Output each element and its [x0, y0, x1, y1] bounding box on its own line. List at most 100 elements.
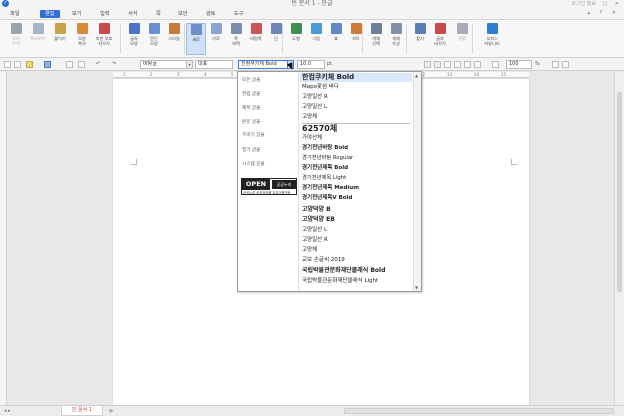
ribbon-button-margin[interactable]: 쪽 여백 [226, 23, 246, 55]
ogl-badge: OPEN 공공누리 공공누리 공공저작물 자유이용허락 [241, 178, 297, 195]
window-controls[interactable]: ─ □ ✕ [592, 0, 622, 8]
menu-item[interactable]: 파일 [8, 10, 22, 18]
font-list-item[interactable]: 고양일산 R [302, 237, 328, 245]
menu-item[interactable]: 도구 [232, 10, 246, 18]
menu-item[interactable]: 보안 [176, 10, 190, 18]
ribbon-button-master-page[interactable]: 바탕쪽 [246, 23, 266, 55]
font-list-item[interactable]: 가야산체 [302, 135, 322, 143]
ribbon-button-landscape[interactable]: 가로 [206, 23, 226, 55]
print-icon[interactable] [66, 61, 73, 68]
horizontal-scrollbar[interactable] [344, 408, 614, 414]
divide-icon[interactable] [474, 61, 481, 68]
font-list-item[interactable]: 경기천년제목 Light [302, 175, 346, 182]
style-select[interactable]: 바탕글 [140, 60, 188, 69]
ribbon-button-clear-codes[interactable]: 조판 부호 지우기 [94, 23, 114, 55]
font-list-item[interactable]: 고양체 [302, 114, 317, 122]
ribbon-button-copy[interactable]: 복사하기 [28, 23, 48, 55]
new-doc-icon[interactable] [4, 61, 11, 68]
vertical-scrollbar[interactable] [614, 72, 624, 405]
font-select[interactable]: 한컴쿠키체 Bold [238, 60, 288, 69]
font-list-item[interactable]: 62570체 [302, 124, 337, 134]
scroll-down-icon[interactable]: ▼ [415, 285, 418, 290]
ribbon-button-scissors[interactable]: 오려 두기 [6, 23, 26, 55]
font-category-item[interactable]: 한컴 글꼴 [242, 91, 260, 97]
font-list-item[interactable]: 경기천년제목 Bold [302, 165, 348, 173]
tab-nav-icon[interactable]: ◂ ▸ [4, 408, 11, 414]
font-list-item[interactable]: Mapo꽃섬 바다 [302, 84, 339, 92]
font-category-item[interactable]: 모든 글꼴 [242, 77, 260, 83]
ribbon-button-format-painter[interactable]: 모양 복사 [72, 23, 92, 55]
ribbon-button-char-shape[interactable]: 글자 모양 [124, 23, 144, 55]
align-right-icon[interactable] [454, 61, 461, 68]
font-list-item[interactable]: 경기천년제목 Medium [302, 185, 359, 193]
preview-icon[interactable] [78, 61, 85, 68]
redo-icon[interactable]: ↷ [112, 60, 116, 69]
ribbon-button-select-object[interactable]: 개체 선택 [366, 23, 386, 55]
font-category-item[interactable]: 꾸미기 글꼴 [242, 132, 265, 138]
vertical-scroll-thumb[interactable] [617, 92, 622, 292]
new-doc-dropdown-icon[interactable] [14, 61, 21, 68]
spacing-decrease-icon[interactable] [552, 61, 559, 68]
char-spacing-input[interactable]: 100 [506, 60, 532, 69]
font-list-item[interactable]: 고양덕양 B [302, 206, 331, 214]
ribbon-button-style[interactable]: 스타일 [164, 23, 184, 55]
font-list-item[interactable]: 경기천년바탕 Regular [302, 155, 353, 162]
menu-item[interactable]: 입력 [98, 10, 112, 18]
scroll-up-icon[interactable]: ▲ [415, 73, 418, 78]
font-category-item[interactable]: 필기 글꼴 [242, 147, 260, 153]
ribbon-button-find[interactable]: 찾기 [410, 23, 430, 55]
font-list-item[interactable]: 고양일산 L [302, 227, 327, 235]
char-spacing-unit: % [535, 61, 540, 67]
font-list-item[interactable]: 고양일산 L [302, 104, 327, 112]
font-list-item[interactable]: 경기천년제목V Bold [302, 195, 352, 203]
font-size-unit[interactable]: pt [327, 60, 332, 69]
menu-item[interactable]: 서식 [126, 10, 140, 18]
language-select[interactable]: 대표 [195, 60, 233, 69]
distribute-icon[interactable] [464, 61, 471, 68]
font-size-input[interactable]: 10.0 [297, 60, 325, 69]
ribbon-button-replace[interactable]: 글자 바꾸기 [430, 23, 450, 55]
menu-item[interactable]: 보기 [70, 10, 84, 18]
spacing-increase-icon[interactable] [562, 61, 569, 68]
font-list-item[interactable]: 고양덕양 EB [302, 216, 335, 224]
font-list-item[interactable]: 국립박물관문화재단클래식 Light [302, 278, 378, 286]
font-category-item[interactable]: 시스템 글꼴 [242, 161, 265, 167]
ribbon-button-para-shape[interactable]: 문단 모양 [144, 23, 164, 55]
font-list-item[interactable]: 경기천년바탕 Bold [302, 145, 348, 153]
menu-bar: ▴ ? ✕ 파일 편집 보기 입력 서식 쪽 보안 검토 도구 [0, 8, 624, 20]
menu-item[interactable]: 쪽 [154, 10, 163, 18]
font-list-item[interactable]: 고양일산 R [302, 94, 328, 102]
ribbon-button-object-props[interactable]: 개체 속성 [386, 23, 406, 55]
menu-item[interactable]: 검토 [204, 10, 218, 18]
open-folder-icon[interactable] [26, 61, 33, 68]
font-list-scrollbar[interactable]: ▲ ▼ [413, 72, 421, 291]
font-category-item[interactable]: 본문 글꼴 [242, 119, 260, 125]
ribbon-button-picture[interactable]: 그림 [306, 23, 326, 55]
font-list-item[interactable]: 교보 손글씨 2019 [302, 257, 345, 265]
add-tab-button[interactable]: + [108, 407, 114, 415]
font-list-separator [302, 123, 410, 124]
style-dropdown-arrow[interactable]: ▾ [186, 60, 193, 69]
ribbon-button-table[interactable]: 표 [326, 23, 346, 55]
font-list-item[interactable]: 국립박물관문화재단클래식 Bold [302, 267, 385, 275]
align-left-icon[interactable] [424, 61, 431, 68]
ribbon-button-chart[interactable]: 차트 [346, 23, 366, 55]
font-list-item[interactable]: 한컴쿠키체 Bold [300, 73, 412, 82]
menu-right-icons[interactable]: ▴ ? ✕ [587, 10, 620, 16]
font-category-item[interactable]: 제목 글꼴 [242, 105, 260, 111]
ribbon-button-community[interactable]: 오피스 커뮤니티 [478, 23, 506, 55]
ribbon-button-columns[interactable]: 단 [266, 23, 286, 55]
align-justify-icon[interactable] [434, 61, 441, 68]
align-center-icon[interactable] [444, 61, 451, 68]
crop-mark-tl [131, 159, 137, 165]
tab-doc-1[interactable]: 빈 문서 1 [61, 406, 103, 416]
ribbon-button-shape[interactable]: 도형 [286, 23, 306, 55]
line-spacing-icon[interactable] [492, 61, 499, 68]
save-icon[interactable] [44, 61, 51, 68]
ribbon-button-sort[interactable]: 정렬 [452, 23, 472, 55]
ribbon-button-portrait[interactable]: 세로 [186, 23, 206, 55]
font-list-item[interactable]: 고양체 [302, 247, 317, 255]
menu-item[interactable]: 편집 [40, 10, 60, 18]
undo-icon[interactable]: ↶ [96, 60, 100, 69]
ribbon-button-paste[interactable]: 붙이기 [50, 23, 70, 55]
